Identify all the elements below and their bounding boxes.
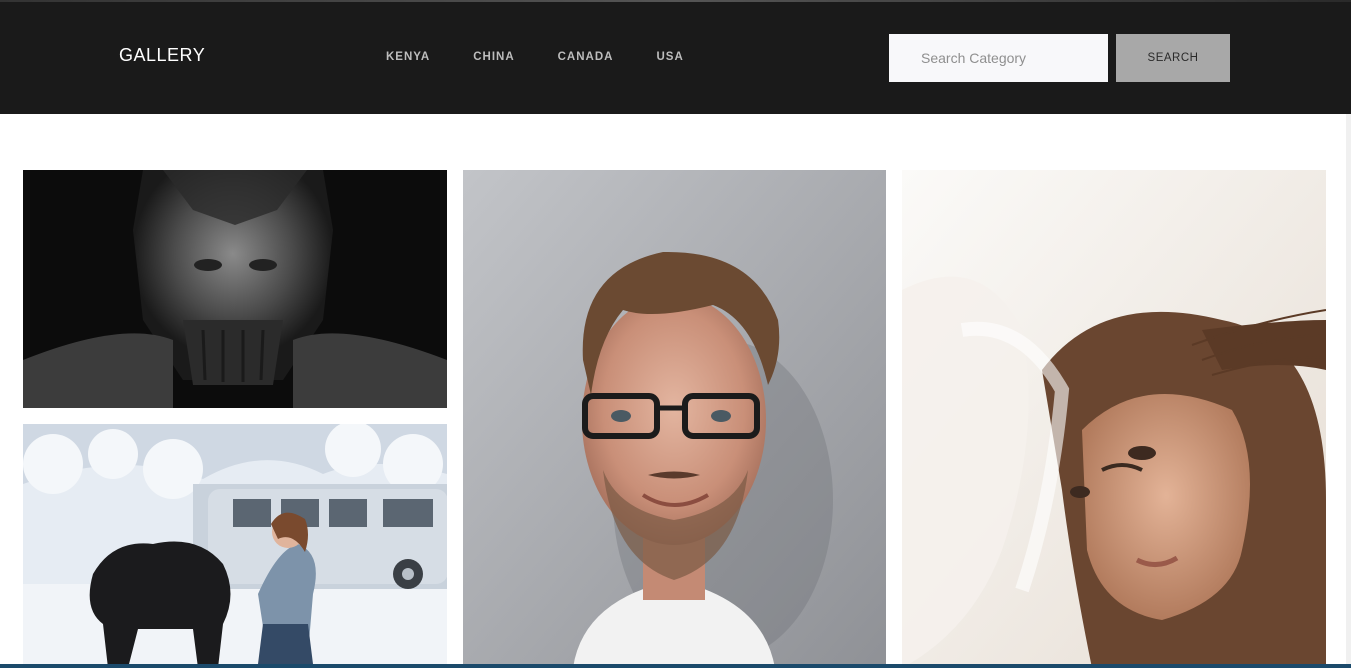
- photo-gallery: [0, 114, 1351, 668]
- gallery-photo-girl-dog-snow[interactable]: [23, 424, 447, 668]
- woman-portrait-illustration: [902, 170, 1326, 668]
- gallery-photo-armored-figure[interactable]: [23, 170, 447, 408]
- top-navbar: GALLERY KENYA CHINA CANADA USA SEARCH: [0, 0, 1351, 114]
- man-portrait-illustration: [463, 170, 886, 668]
- nav-link-usa[interactable]: USA: [656, 51, 683, 63]
- nav-link-china[interactable]: CHINA: [473, 51, 514, 63]
- search-input[interactable]: [889, 34, 1108, 82]
- armored-figure-illustration: [23, 170, 447, 408]
- snow-scene-illustration: [23, 424, 447, 668]
- nav-link-kenya[interactable]: KENYA: [386, 51, 430, 63]
- brand-logo[interactable]: GALLERY: [119, 45, 205, 66]
- category-nav: KENYA CHINA CANADA USA: [386, 51, 727, 63]
- gallery-photo-woman-hair[interactable]: [902, 170, 1326, 668]
- bottom-border: [0, 664, 1351, 668]
- scrollbar-track[interactable]: [1346, 114, 1351, 668]
- nav-link-canada[interactable]: CANADA: [558, 51, 614, 63]
- gallery-photo-man-glasses[interactable]: [463, 170, 886, 668]
- search-button[interactable]: SEARCH: [1116, 34, 1230, 82]
